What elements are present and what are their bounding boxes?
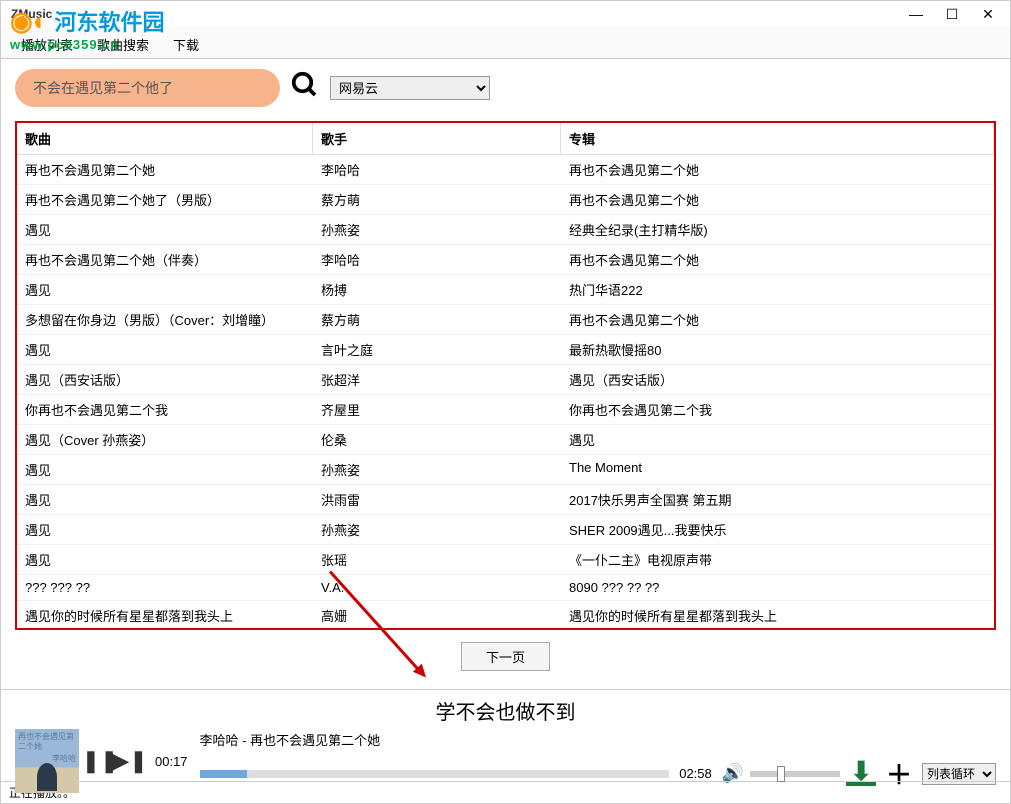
cell-artist: 孙燕姿 (313, 515, 561, 544)
cell-song: 遇见你的时候所有星星都落到我头上 (17, 601, 313, 630)
table-row[interactable]: 遇见张瑶《一仆二主》电视原声带 (17, 545, 994, 575)
table-row[interactable]: 遇见你的时候所有星星都落到我头上高姗遇见你的时候所有星星都落到我头上 (17, 601, 994, 630)
cell-song: 遇见 (17, 485, 313, 514)
cell-artist: 杨搏 (313, 275, 561, 304)
player-bar: 学不会也做不到 再也不会遇见第二个她 李哈哈 ❚❚ ▶❚ 00:17 李哈哈 -… (1, 689, 1010, 781)
minimize-button[interactable]: — (898, 2, 934, 26)
cell-album: 再也不会遇见第二个她 (561, 185, 994, 214)
cell-album: 遇见 (561, 425, 994, 454)
column-album[interactable]: 专辑 (561, 123, 994, 154)
table-row[interactable]: 再也不会遇见第二个她（伴奏）李哈哈再也不会遇见第二个她 (17, 245, 994, 275)
cell-album: 遇见（西安话版） (561, 365, 994, 394)
cell-song: 遇见 (17, 275, 313, 304)
table-row[interactable]: 遇见言叶之庭最新热歌慢摇80 (17, 335, 994, 365)
cell-album: 再也不会遇见第二个她 (561, 155, 994, 184)
table-row[interactable]: 遇见杨搏热门华语222 (17, 275, 994, 305)
cell-album: 2017快乐男声全国赛 第五期 (561, 485, 994, 514)
table-row[interactable]: 遇见孙燕姿The Moment (17, 455, 994, 485)
cell-song: 遇见 (17, 335, 313, 364)
cell-artist: 言叶之庭 (313, 335, 561, 364)
now-playing-lyric: 学不会也做不到 (15, 696, 996, 725)
table-row[interactable]: 遇见（西安话版）张超洋遇见（西安话版） (17, 365, 994, 395)
table-row[interactable]: 多想留在你身边（男版）（Cover：刘增瞳）蔡方萌再也不会遇见第二个她 (17, 305, 994, 335)
cell-song: 再也不会遇见第二个她了（男版） (17, 185, 313, 214)
cell-song: 再也不会遇见第二个她 (17, 155, 313, 184)
cell-artist: 张瑶 (313, 545, 561, 574)
cell-artist: V.A. (313, 575, 561, 600)
table-row[interactable]: ??? ??? ??V.A.8090 ??? ?? ?? (17, 575, 994, 601)
cell-artist: 齐屋里 (313, 395, 561, 424)
cell-artist: 洪雨雷 (313, 485, 561, 514)
cell-artist: 李哈哈 (313, 245, 561, 274)
tab-search[interactable]: 歌曲搜索 (85, 31, 161, 58)
elapsed-time: 00:17 (155, 754, 188, 769)
cell-artist: 张超洋 (313, 365, 561, 394)
table-row[interactable]: 再也不会遇见第二个她李哈哈再也不会遇见第二个她 (17, 155, 994, 185)
maximize-button[interactable]: ☐ (934, 2, 970, 26)
search-input[interactable] (15, 69, 280, 107)
close-button[interactable]: ✕ (970, 2, 1006, 26)
total-time: 02:58 (679, 766, 712, 781)
cell-artist: 伦桑 (313, 425, 561, 454)
tab-bar: 播放列表 歌曲搜索 下载 (1, 27, 1010, 59)
cell-artist: 蔡方萌 (313, 305, 561, 334)
cell-album: 你再也不会遇见第二个我 (561, 395, 994, 424)
cell-artist: 蔡方萌 (313, 185, 561, 214)
table-row[interactable]: 遇见孙燕姿经典全纪录(主打精华版) (17, 215, 994, 245)
cell-song: 遇见 (17, 455, 313, 484)
album-art[interactable]: 再也不会遇见第二个她 李哈哈 (15, 729, 79, 793)
cell-album: SHER 2009遇见...我要快乐 (561, 515, 994, 544)
progress-bar[interactable] (200, 770, 670, 778)
next-page-button[interactable]: 下一页 (461, 642, 550, 671)
titlebar: ZMusic — ☐ ✕ (1, 1, 1010, 27)
status-bar: 正在播放。。 (1, 781, 1010, 803)
track-label: 李哈哈 - 再也不会遇见第二个她 (200, 730, 996, 749)
cell-song: 遇见 (17, 215, 313, 244)
column-artist[interactable]: 歌手 (313, 123, 561, 154)
cell-song: 遇见 (17, 515, 313, 544)
cell-album: 遇见你的时候所有星星都落到我头上 (561, 601, 994, 630)
cell-album: 热门华语222 (561, 275, 994, 304)
cell-album: 《一仆二主》电视原声带 (561, 545, 994, 574)
volume-slider[interactable] (750, 771, 840, 777)
cell-album: 再也不会遇见第二个她 (561, 245, 994, 274)
cell-artist: 李哈哈 (313, 155, 561, 184)
next-track-button[interactable]: ▶❚ (117, 748, 143, 774)
cell-album: The Moment (561, 455, 994, 484)
table-row[interactable]: 遇见（Cover 孙燕姿）伦桑遇见 (17, 425, 994, 455)
tab-playlist[interactable]: 播放列表 (9, 31, 85, 58)
cell-song: 遇见（Cover 孙燕姿） (17, 425, 313, 454)
cell-album: 8090 ??? ?? ?? (561, 575, 994, 600)
cell-song: ??? ??? ?? (17, 575, 313, 600)
cell-artist: 孙燕姿 (313, 455, 561, 484)
cell-song: 遇见（西安话版） (17, 365, 313, 394)
column-song[interactable]: 歌曲 (17, 123, 313, 154)
tab-download[interactable]: 下载 (161, 31, 211, 58)
table-row[interactable]: 再也不会遇见第二个她了（男版）蔡方萌再也不会遇见第二个她 (17, 185, 994, 215)
cell-artist: 高姗 (313, 601, 561, 630)
source-select[interactable]: 网易云 (330, 76, 490, 100)
cell-song: 遇见 (17, 545, 313, 574)
app-title: ZMusic (5, 7, 52, 21)
cell-album: 最新热歌慢摇80 (561, 335, 994, 364)
cell-song: 多想留在你身边（男版）（Cover：刘增瞳） (17, 305, 313, 334)
cell-song: 再也不会遇见第二个她（伴奏） (17, 245, 313, 274)
table-row[interactable]: 你再也不会遇见第二个我齐屋里你再也不会遇见第二个我 (17, 395, 994, 425)
cell-album: 经典全纪录(主打精华版) (561, 215, 994, 244)
table-row[interactable]: 遇见洪雨雷2017快乐男声全国赛 第五期 (17, 485, 994, 515)
results-table: 歌曲 歌手 专辑 再也不会遇见第二个她李哈哈再也不会遇见第二个她再也不会遇见第二… (15, 121, 996, 630)
pause-button[interactable]: ❚❚ (87, 748, 113, 774)
cell-artist: 孙燕姿 (313, 215, 561, 244)
cell-song: 你再也不会遇见第二个我 (17, 395, 313, 424)
search-icon[interactable] (290, 70, 320, 107)
table-row[interactable]: 遇见孙燕姿SHER 2009遇见...我要快乐 (17, 515, 994, 545)
cell-album: 再也不会遇见第二个她 (561, 305, 994, 334)
